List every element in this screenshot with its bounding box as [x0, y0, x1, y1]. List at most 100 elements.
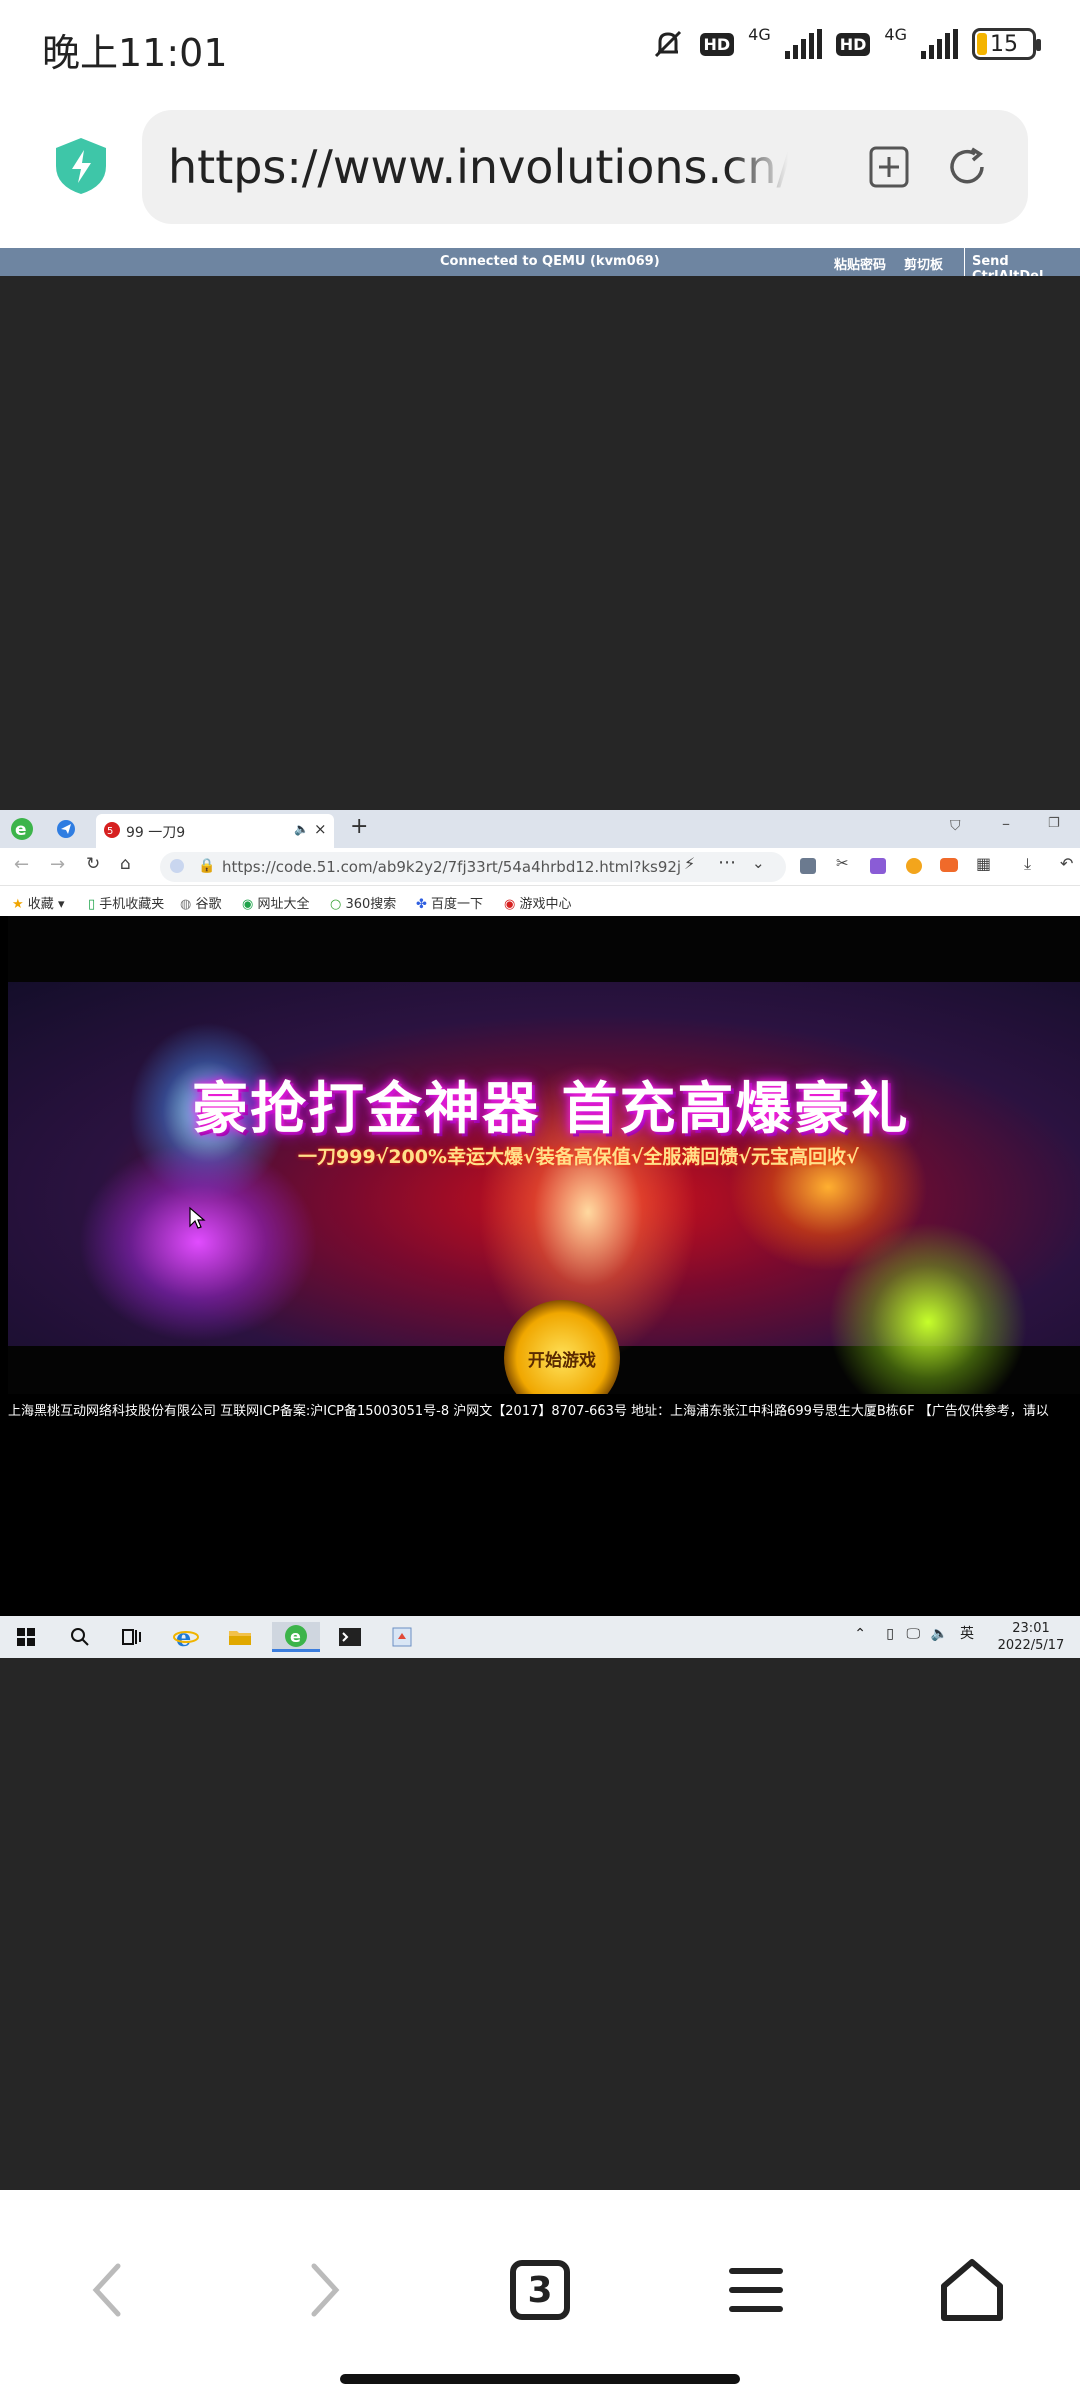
nav-back-icon[interactable] — [60, 2242, 156, 2338]
apps-grid-icon[interactable]: ▦ — [976, 854, 991, 873]
scissors-icon[interactable]: ✂ — [836, 854, 849, 872]
tray-chevron-icon[interactable]: ⌃ — [854, 1626, 866, 1643]
remote-tab-bar: e 5 99 一刀9 🔈 × + ⛉ – ❐ — [0, 810, 1080, 848]
lightning-icon[interactable]: ⚡ — [684, 854, 695, 873]
minimize-icon[interactable]: – — [1002, 814, 1010, 833]
favorites-label: 手机收藏夹 — [99, 897, 165, 912]
site-info-icon[interactable] — [170, 859, 184, 873]
svg-text:5: 5 — [107, 826, 113, 837]
windows-start-icon[interactable] — [10, 1622, 42, 1652]
terminal-icon[interactable] — [334, 1622, 366, 1652]
favorites-label: 网址大全 — [257, 897, 310, 912]
installer-icon[interactable] — [386, 1622, 418, 1652]
search-icon[interactable] — [64, 1622, 96, 1652]
home-icon[interactable]: ⌂ — [120, 854, 131, 874]
browser-logo-icon[interactable]: e — [10, 817, 34, 841]
footer-text: 上海黑桃互动网络科技股份有限公司 互联网ICP备案:沪ICP备15003051号… — [8, 1404, 1049, 1419]
tab-close-icon[interactable]: × — [314, 820, 327, 838]
security-shield-icon[interactable] — [54, 136, 108, 196]
tab-title: 99 一刀9 — [126, 825, 186, 841]
svg-text:e: e — [290, 1627, 301, 1646]
signal-icon — [784, 29, 822, 59]
speaker-icon[interactable]: 🔈 — [294, 822, 309, 836]
browser-taskbar-icon[interactable]: e — [272, 1622, 320, 1652]
skin-icon[interactable]: ⛉ — [950, 818, 961, 834]
vnc-empty-area-top — [0, 276, 1080, 810]
site-favicon-icon: 5 — [104, 822, 120, 838]
glow-green — [828, 1222, 1028, 1414]
network-icon[interactable]: 🖵 — [907, 1626, 921, 1643]
usb-icon[interactable]: ▯ — [886, 1626, 894, 1643]
add-bookmark-icon[interactable] — [866, 144, 912, 190]
battery-icon: 15 — [972, 28, 1041, 60]
status-bar: 晚上11:01 HD 4G HD 4G 15 — [0, 0, 1080, 100]
url-text[interactable]: https://www.involutions.cn/d — [168, 140, 788, 194]
shield-ext-icon[interactable] — [906, 858, 922, 874]
qemu-connection-title: Connected to QEMU (kvm069) — [440, 254, 660, 269]
send-icon[interactable] — [56, 819, 76, 839]
back-icon[interactable]: ← — [14, 854, 29, 875]
more-icon[interactable]: ⋯ — [718, 852, 736, 873]
download-icon[interactable]: ⤓ — [1024, 854, 1031, 874]
game-canvas[interactable]: 豪抢打金神器 首充高爆豪礼 一刀999√200%幸运大爆√装备高保值√全服满回馈… — [8, 916, 1080, 1414]
file-explorer-icon[interactable] — [224, 1622, 256, 1652]
restore-icon[interactable]: ❐ — [1048, 816, 1060, 831]
status-icons: HD 4G HD 4G 15 — [650, 24, 1041, 62]
favorites-item[interactable]: ◉ 游戏中心 — [504, 893, 572, 912]
mouse-cursor-icon — [189, 1206, 206, 1229]
glow-purple — [78, 1142, 318, 1342]
remote-desktop[interactable]: e 5 99 一刀9 🔈 × + ⛉ – ❐ ← → ↻ ⌂ 🔒 https:/… — [0, 810, 1080, 1658]
game-ext-icon[interactable] — [940, 858, 958, 872]
battery-level: 15 — [990, 31, 1018, 57]
ie-icon[interactable]: e — [170, 1622, 202, 1652]
vnc-empty-area-bottom — [0, 1658, 1080, 2190]
gesture-handle[interactable] — [340, 2374, 740, 2384]
favorites-item[interactable]: ○ 360搜索 — [330, 893, 396, 912]
qemu-divider — [964, 248, 965, 276]
tabs-count-button[interactable]: 3 — [492, 2242, 588, 2338]
forward-icon[interactable]: → — [50, 854, 65, 875]
extension-icon[interactable] — [870, 858, 886, 874]
undo-icon[interactable]: ↶ — [1060, 854, 1073, 873]
system-tray: ⌃ ▯ 🖵 🔈 英 23:01 2022/5/17 — [854, 1620, 1066, 1654]
favorites-label: 谷歌 — [195, 897, 222, 912]
windows-taskbar: e e ⌃ ▯ 🖵 🔈 英 23:01 2022/5/17 — [0, 1616, 1080, 1658]
dropdown-icon[interactable]: ⌄ — [752, 854, 765, 872]
address-bar[interactable]: https://www.involutions.cn/d — [142, 110, 1028, 224]
refresh-icon[interactable] — [944, 144, 990, 190]
hd-badge: HD — [699, 32, 735, 56]
new-tab-icon[interactable]: + — [350, 814, 368, 839]
volume-muted-icon[interactable]: 🔈 — [931, 1626, 948, 1643]
nav-forward-icon[interactable] — [276, 2242, 372, 2338]
status-time: 晚上11:01 — [42, 31, 228, 75]
paste-password-button[interactable]: 粘贴密码 — [834, 254, 886, 273]
clock[interactable]: 23:01 2022/5/17 — [996, 1620, 1066, 1654]
favorites-item[interactable]: ★ 收藏 ▾ — [12, 893, 64, 912]
ime-indicator[interactable]: 英 — [960, 1626, 974, 1643]
favorites-item[interactable]: ◉ 网址大全 — [242, 893, 310, 912]
remote-nav-bar: ← → ↻ ⌂ 🔒 https://code.51.com/ab9k2y2/7f… — [0, 848, 1080, 886]
screenshot-icon[interactable] — [800, 858, 816, 874]
page-footer: 上海黑桃互动网络科技股份有限公司 互联网ICP备案:沪ICP备15003051号… — [0, 1394, 1080, 1424]
browser-bottom-nav: 3 — [0, 2190, 1080, 2400]
menu-icon[interactable] — [708, 2242, 804, 2338]
network-type-2: 4G — [884, 24, 907, 44]
clock-time: 23:01 — [1012, 1621, 1050, 1636]
clipboard-button[interactable]: 剪切板 — [904, 254, 943, 273]
task-view-icon[interactable] — [116, 1622, 148, 1652]
svg-text:e: e — [15, 820, 27, 840]
game-headline: 豪抢打金神器 首充高爆豪礼 — [192, 1077, 910, 1142]
favorites-item[interactable]: ◍ 谷歌 — [180, 893, 222, 912]
remote-url[interactable]: https://code.51.com/ab9k2y2/7fj33rt/54a4… — [222, 858, 681, 876]
tab-active[interactable]: 5 99 一刀9 🔈 × — [96, 814, 334, 848]
favorites-item[interactable]: ✤ 百度一下 — [416, 893, 483, 912]
favorites-item[interactable]: ▯ 手机收藏夹 — [88, 893, 164, 912]
home-nav-icon[interactable] — [924, 2242, 1020, 2338]
svg-text:e: e — [176, 1624, 191, 1650]
tabs-count: 3 — [510, 2260, 570, 2320]
game-subline: 一刀999√200%幸运大爆√装备高保值√全服满回馈√元宝高回收√ — [298, 1146, 859, 1168]
signal-icon-2 — [921, 29, 958, 59]
reload-icon[interactable]: ↻ — [86, 854, 100, 874]
favorites-label: 百度一下 — [431, 897, 484, 912]
qemu-toolbar: Connected to QEMU (kvm069) 粘贴密码 剪切板 Send… — [0, 248, 1080, 284]
